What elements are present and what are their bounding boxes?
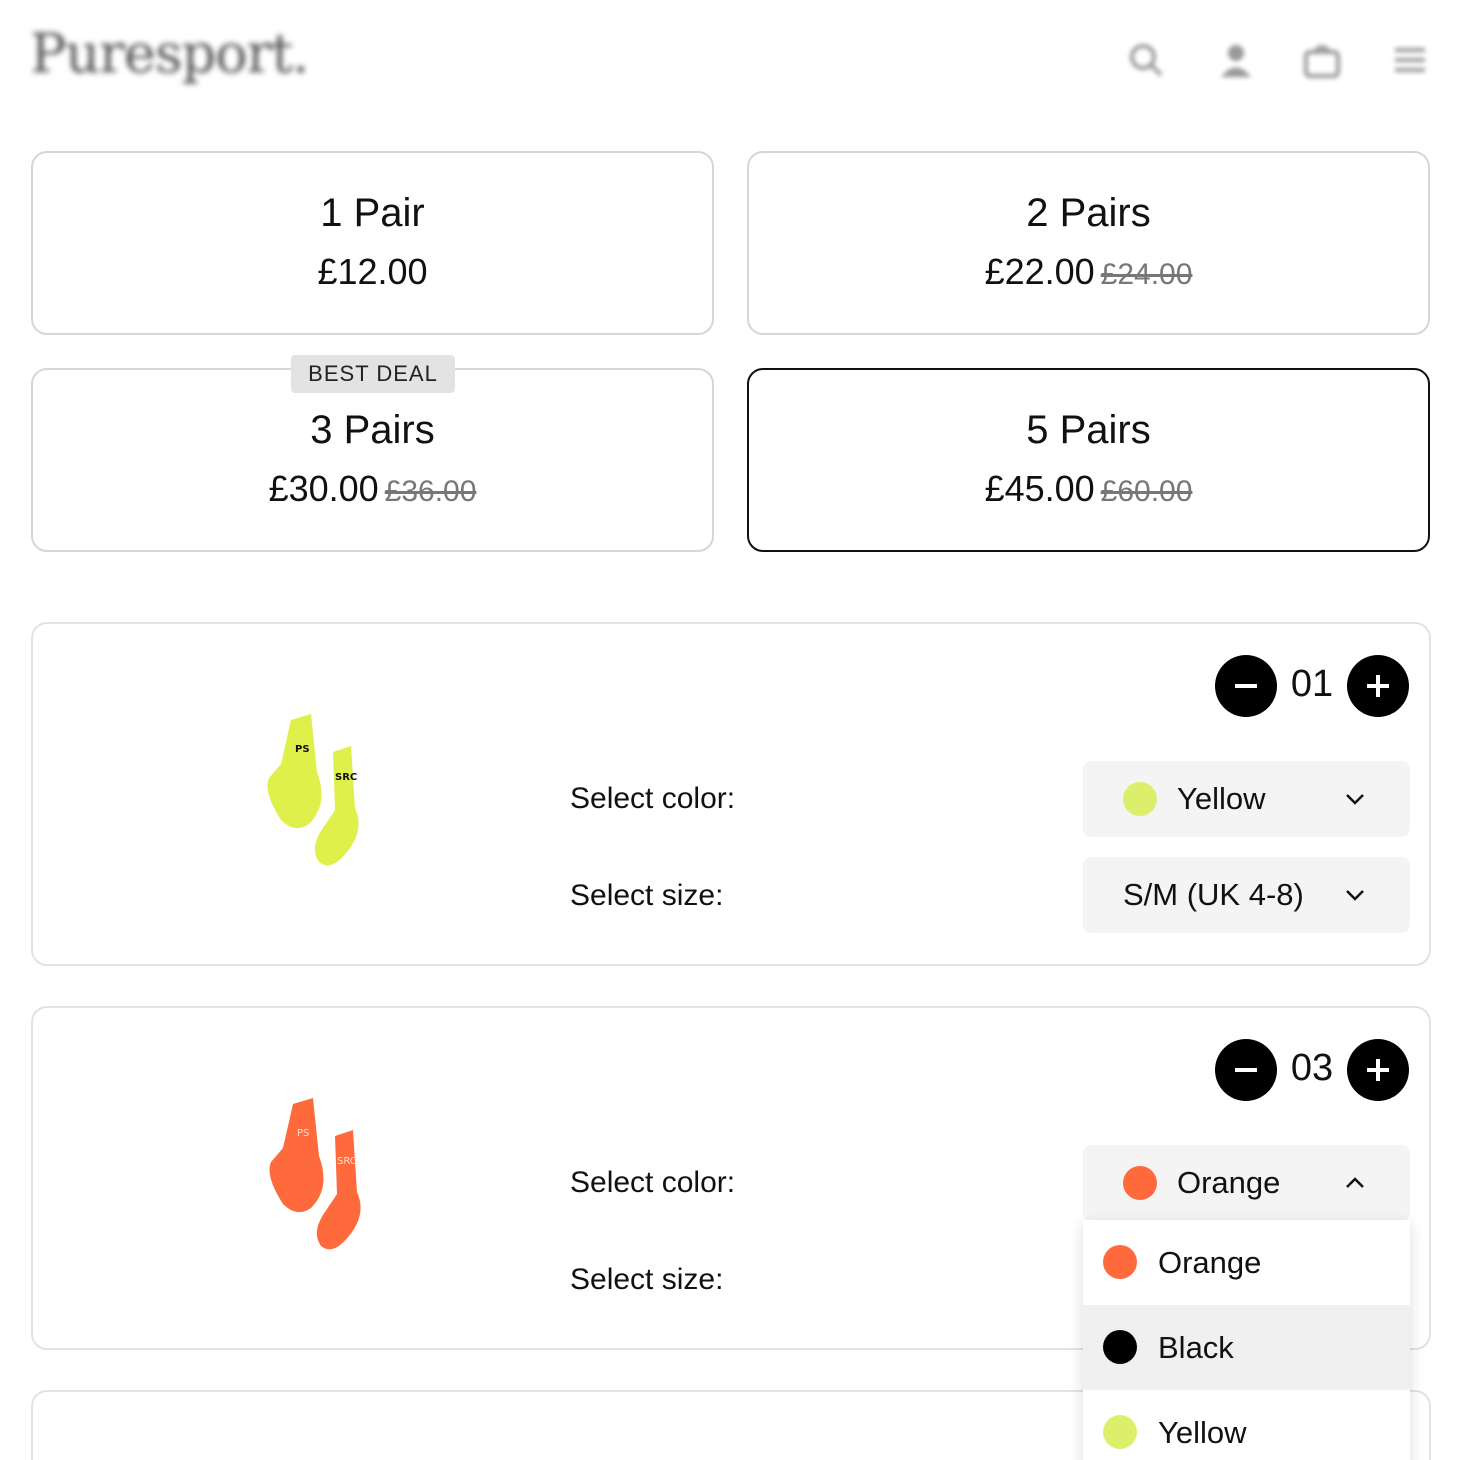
bundle-quantity: 5 Pairs [1026,408,1151,452]
menu-icon[interactable] [1390,40,1430,80]
quantity-stepper: 03 [1215,1039,1409,1103]
quantity-value: 01 [1290,663,1334,705]
quantity-stepper: 01 [1215,655,1409,719]
search-icon[interactable] [1126,40,1166,80]
bundle-price-row: £22.00 £24.00 [749,251,1428,293]
bundle-old-price: £24.00 [1100,258,1193,291]
site-header: Puresport. [0,0,1460,120]
bundle-1-pair[interactable]: 1 Pair £12.00 [31,151,714,335]
bundle-price-row: £45.00 £60.00 [749,468,1428,510]
color-label: Select color: [570,782,736,815]
color-label: Select color: [570,1166,736,1199]
cart-icon[interactable] [1302,40,1342,80]
color-option-yellow[interactable]: Yellow [1083,1390,1410,1460]
bundle-quantity: 2 Pairs [1026,191,1151,235]
plus-icon [1367,1059,1389,1081]
bundle-quantity: 1 Pair [320,191,425,235]
bundle-price: £12.00 [317,251,428,292]
color-option-label: Orange [1158,1245,1262,1280]
chevron-up-icon [1346,1177,1364,1188]
minus-icon [1235,684,1257,688]
color-option-label: Yellow [1158,1415,1247,1450]
bundle-old-price: £60.00 [1100,475,1193,508]
size-label: Select size: [570,1263,724,1296]
bundle-price: £45.00 [984,468,1095,509]
color-swatch [1103,1330,1137,1364]
bundle-5-pairs[interactable]: 5 Pairs £45.00 £60.00 [747,368,1430,552]
color-option-black[interactable]: Black [1083,1305,1410,1390]
color-swatch [1103,1415,1137,1449]
plus-icon [1367,675,1389,697]
size-select-value: S/M (UK 4-8) [1123,877,1304,912]
svg-text:SRC: SRC [335,772,357,783]
color-select[interactable]: Orange [1083,1145,1410,1221]
size-select[interactable]: S/M (UK 4-8) [1083,857,1410,933]
bundle-old-price: £36.00 [384,475,477,508]
bundle-price: £22.00 [984,251,1095,292]
color-select-value: Orange [1177,1165,1281,1200]
best-deal-badge: BEST DEAL [291,355,455,393]
color-swatch [1103,1245,1137,1279]
quantity-value: 03 [1290,1047,1334,1089]
size-label: Select size: [570,879,724,912]
color-swatch [1123,782,1157,816]
color-swatch [1123,1166,1157,1200]
bundle-quantity: 3 Pairs [310,408,435,452]
svg-text:PS: PS [297,1128,309,1139]
decrease-quantity-button[interactable] [1215,1039,1277,1101]
svg-text:SRC: SRC [337,1156,357,1167]
color-select-value: Yellow [1177,781,1266,816]
product-row: PS SRC 01 Select color: Yellow Select si… [31,622,1431,966]
increase-quantity-button[interactable] [1347,1039,1409,1101]
chevron-down-icon [1346,890,1364,901]
svg-text:PS: PS [295,744,310,755]
chevron-down-icon [1346,794,1364,805]
product-image-yellow-socks: PS SRC [251,712,391,892]
color-option-orange[interactable]: Orange [1083,1220,1410,1305]
account-icon[interactable] [1216,40,1256,80]
bundle-price: £30.00 [268,468,379,509]
bundle-price-row: £12.00 [33,251,712,293]
bundle-3-pairs[interactable]: BEST DEAL 3 Pairs £30.00 £36.00 [31,355,714,552]
increase-quantity-button[interactable] [1347,655,1409,717]
brand-logo[interactable]: Puresport. [30,22,309,85]
minus-icon [1235,1068,1257,1072]
color-option-label: Black [1158,1330,1234,1365]
bundle-price-row: £30.00 £36.00 [33,468,712,510]
decrease-quantity-button[interactable] [1215,655,1277,717]
bundle-2-pairs[interactable]: 2 Pairs £22.00 £24.00 [747,151,1430,335]
product-image-orange-socks: PS SRC [253,1096,393,1276]
color-select[interactable]: Yellow [1083,761,1410,837]
color-dropdown-menu: Orange Black Yellow [1083,1220,1410,1460]
